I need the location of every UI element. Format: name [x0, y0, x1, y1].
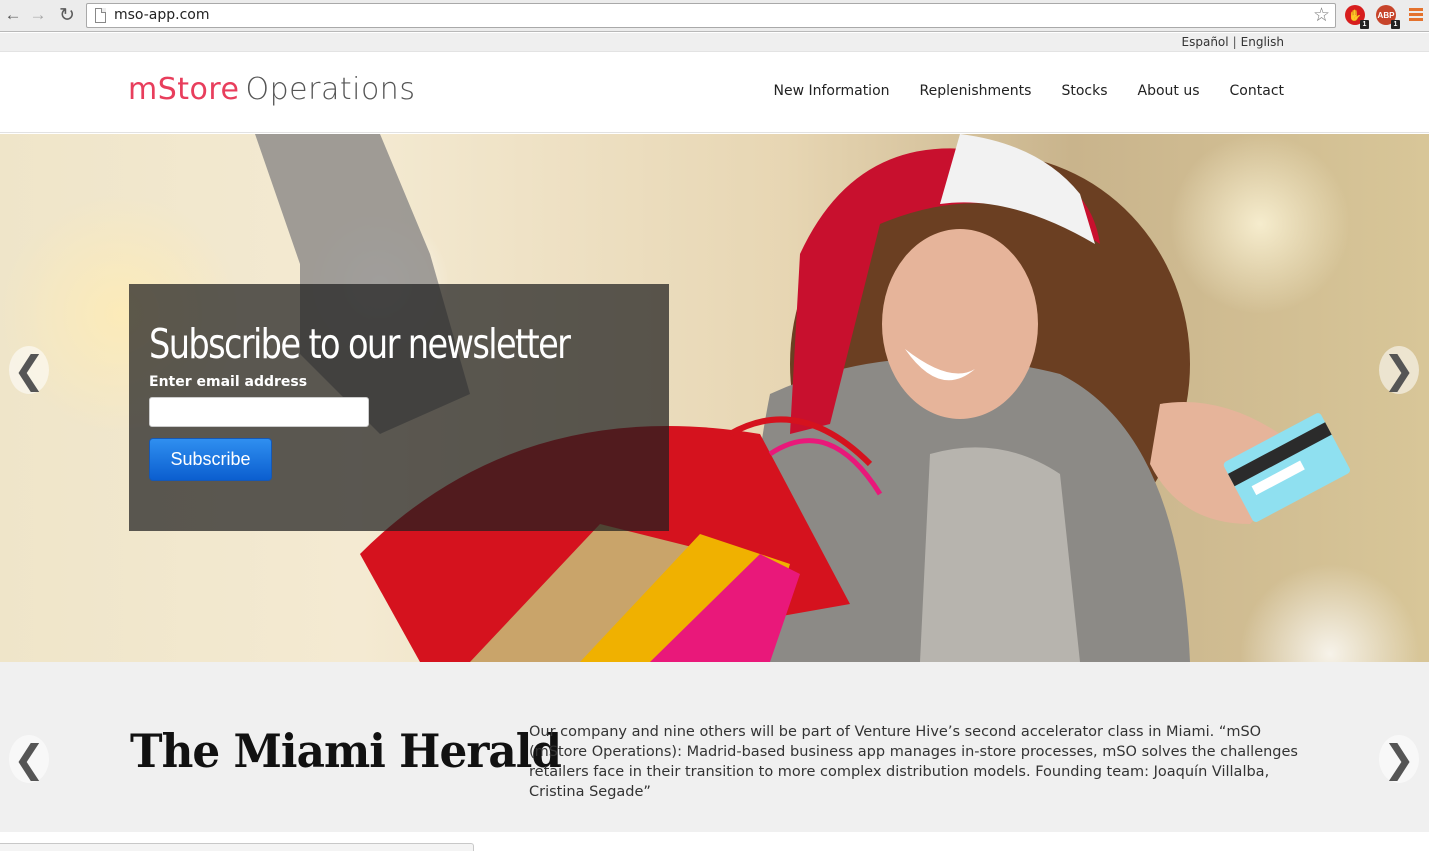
back-icon[interactable]: ← [2, 5, 24, 25]
press-quote: Our company and nine others will be part… [529, 724, 1298, 800]
press-slider: ❮ The Miami Herald Our company and nine … [0, 662, 1429, 832]
press-publication-logo: The Miami Herald [130, 724, 562, 778]
reload-icon[interactable]: ↻ [56, 5, 78, 26]
nav-replenishments[interactable]: Replenishments [920, 83, 1032, 99]
nav-new-information[interactable]: New Information [773, 83, 889, 99]
main-nav: New Information Replenishments Stocks Ab… [773, 83, 1284, 99]
url-text[interactable]: mso-app.com [114, 7, 210, 23]
newsletter-title: Subscribe to our newsletter [149, 320, 571, 368]
hero-next-arrow[interactable]: ❯ [1379, 346, 1419, 394]
bookmark-star-icon[interactable]: ☆ [1313, 4, 1330, 27]
site-logo[interactable]: mStore Operations [128, 72, 415, 107]
adblock-label: ABP [1377, 10, 1395, 20]
hero-prev-arrow[interactable]: ❮ [9, 346, 49, 394]
language-bar: Español | English [0, 33, 1429, 52]
browser-toolbar: ← → ↻ mso-app.com ☆ ✋ 1 ABP 1 [0, 0, 1429, 32]
logo-brand: mStore [128, 72, 240, 107]
nav-contact[interactable]: Contact [1230, 83, 1284, 99]
language-english-link[interactable]: English [1241, 35, 1284, 49]
nav-stocks[interactable]: Stocks [1061, 83, 1107, 99]
newsletter-box: Subscribe to our newsletter Enter email … [129, 284, 669, 531]
press-next-arrow[interactable]: ❯ [1379, 735, 1419, 783]
logo-suffix: Operations [245, 72, 416, 107]
nav-about-us[interactable]: About us [1138, 83, 1200, 99]
language-spanish-link[interactable]: Español [1182, 35, 1229, 49]
extension-badge: 1 [1360, 20, 1369, 29]
hero-slider: ❮ ❯ Subscribe to our newsletter Enter em… [0, 134, 1429, 662]
browser-menu-icon[interactable] [1409, 8, 1423, 22]
email-label: Enter email address [149, 374, 308, 390]
page-icon [95, 8, 106, 23]
site-header: mStore Operations New Information Repleni… [0, 52, 1429, 133]
subscribe-button[interactable]: Subscribe [149, 438, 272, 481]
language-separator: | [1232, 35, 1237, 49]
status-bubble [0, 843, 474, 851]
adblock-extension-icon[interactable]: ABP 1 [1376, 5, 1400, 29]
extension-badge: 1 [1391, 20, 1400, 29]
press-prev-arrow[interactable]: ❮ [9, 735, 49, 783]
stop-extension-icon[interactable]: ✋ 1 [1345, 5, 1369, 29]
address-bar[interactable]: mso-app.com ☆ [86, 3, 1336, 28]
forward-icon[interactable]: → [27, 5, 49, 25]
email-input[interactable] [149, 397, 369, 427]
